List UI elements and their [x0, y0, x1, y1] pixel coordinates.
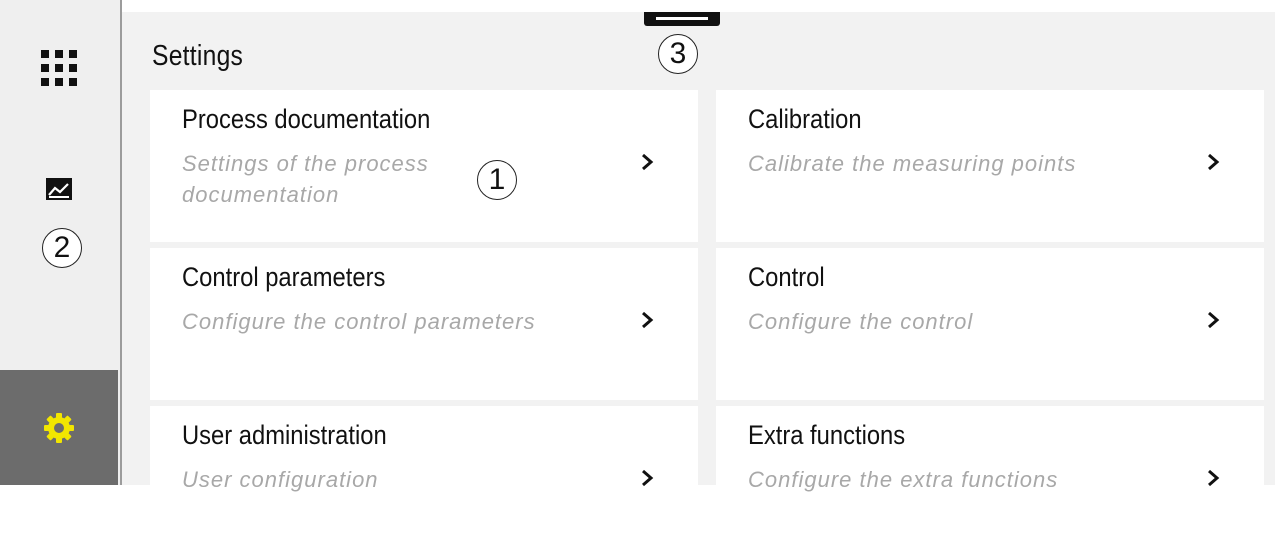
card-process-documentation[interactable]: Process documentation Settings of the pr… — [150, 90, 698, 242]
page-title: Settings — [152, 40, 244, 72]
page-indicator-tab[interactable] — [644, 12, 720, 26]
chevron-right-icon — [642, 469, 654, 487]
card-description: Configure the control — [748, 309, 974, 334]
chevron-right-icon — [642, 153, 654, 171]
sidebar-item-settings[interactable] — [0, 370, 118, 485]
apps-grid-icon — [41, 50, 77, 86]
callout-3: 3 — [658, 34, 698, 74]
card-description: Configure the control parameters — [182, 309, 536, 334]
sidebar-item-apps[interactable] — [0, 38, 118, 98]
card-description: Configure the extra functions — [748, 467, 1059, 492]
card-description: User configuration — [182, 467, 379, 492]
chevron-right-icon — [1208, 311, 1220, 329]
card-title: Control — [748, 262, 825, 292]
card-calibration[interactable]: Calibration Calibrate the measuring poin… — [716, 90, 1264, 242]
sidebar-item-chart[interactable] — [0, 165, 118, 215]
card-description: Calibrate the measuring points — [748, 151, 1077, 176]
line-chart-icon — [46, 178, 72, 200]
card-title: Calibration — [748, 104, 862, 134]
settings-panel: Settings Process documentation Settings … — [122, 12, 1275, 558]
card-description: Settings of the process documentation — [182, 151, 429, 207]
card-title: User administration — [182, 420, 387, 450]
callout-1: 1 — [477, 160, 517, 200]
card-control-parameters[interactable]: Control parameters Configure the control… — [150, 248, 698, 400]
card-title: Control parameters — [182, 262, 386, 292]
chevron-right-icon — [642, 311, 654, 329]
chevron-right-icon — [1208, 153, 1220, 171]
card-extra-functions[interactable]: Extra functions Configure the extra func… — [716, 406, 1264, 558]
card-control[interactable]: Control Configure the control — [716, 248, 1264, 400]
chevron-right-icon — [1208, 469, 1220, 487]
callout-2: 2 — [42, 228, 82, 268]
gear-icon — [44, 412, 74, 443]
card-title: Process documentation — [182, 104, 431, 134]
card-title: Extra functions — [748, 420, 906, 450]
card-user-administration[interactable]: User administration User configuration — [150, 406, 698, 558]
